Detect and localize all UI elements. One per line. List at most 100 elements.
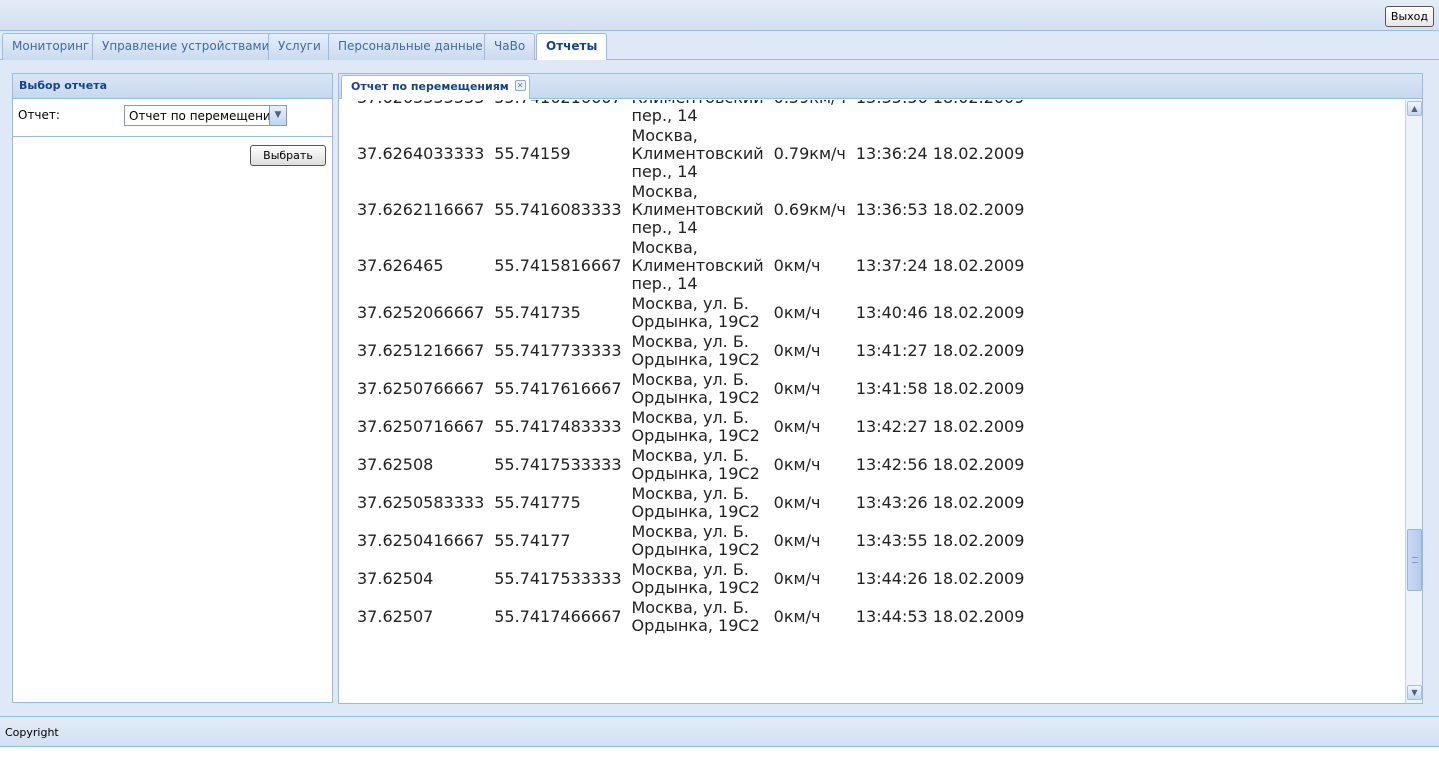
tab-monitoring[interactable]: Мониторинг: [2, 33, 100, 60]
latitude-cell: 55.7416216667: [490, 100, 627, 126]
latitude-cell: 55.7417533333: [494, 569, 622, 588]
latitude-cell: 55.7417616667: [494, 379, 622, 398]
vertical-scrollbar[interactable]: ▲ ▼: [1405, 100, 1422, 703]
address-cell: Москва, ул. Б. Ордынка, 19С2: [631, 294, 760, 331]
tab-movement-report[interactable]: Отчет по перемещениям ✕: [341, 75, 530, 99]
top-bar: Выход: [0, 0, 1439, 31]
time-cell: 13:42:27 18.02.2009: [855, 417, 1025, 436]
address-cell: Москва, ул. Б. Ордынка, 19С2: [631, 408, 760, 445]
time-cell: 13:43:55 18.02.2009: [855, 531, 1025, 550]
longitude-cell: 37.6250716667: [357, 417, 485, 436]
latitude-cell: 55.741775: [494, 493, 581, 512]
address-cell: Москва, ул. Б. Ордынка, 19С2: [631, 560, 760, 597]
speed-cell: 0км/ч: [773, 531, 821, 550]
report-select[interactable]: Отчет по перемещениям ▼: [124, 105, 287, 126]
scroll-up-icon[interactable]: ▲: [1407, 101, 1422, 116]
scroll-down-icon[interactable]: ▼: [1407, 685, 1422, 700]
latitude-cell: 55.7417483333: [494, 417, 622, 436]
tab-movement-report-label: Отчет по перемещениям: [351, 80, 509, 93]
grip-icon: [1412, 557, 1418, 563]
report-field-label: Отчет:: [18, 108, 60, 122]
address-cell: Москва, Климентовский пер., 14: [631, 182, 764, 237]
latitude-cell: 55.7415816667: [494, 256, 622, 275]
table-row: 37.62508 55.7417533333 Москва, ул. Б. Орды…: [353, 446, 1030, 484]
report-selection-panel: Выбор отчета Отчет: Отчет по перемещения…: [12, 73, 333, 703]
address-cell: Москва, Климентовский пер., 14: [631, 238, 764, 293]
tab-reports[interactable]: Отчеты: [536, 33, 608, 61]
time-cell: 13:35:56 18.02.2009: [852, 100, 1031, 126]
time-cell: 13:43:26 18.02.2009: [855, 493, 1025, 512]
address-cell: Москва, ул. Б. Ордынка, 19С2: [631, 484, 760, 521]
latitude-cell: 55.7417533333: [494, 455, 622, 474]
tab-services[interactable]: Услуги: [268, 33, 331, 60]
speed-cell: 0км/ч: [773, 256, 821, 275]
copyright-text: Copyright: [5, 726, 59, 739]
speed-cell: 0км/ч: [773, 455, 821, 474]
chevron-down-icon[interactable]: ▼: [269, 106, 286, 125]
time-cell: 13:37:24 18.02.2009: [855, 256, 1025, 275]
latitude-cell: 55.74159: [494, 144, 571, 163]
table-row: 37.6262116667 55.7416083333 Москва, Климен…: [353, 182, 1030, 238]
latitude-cell: 55.74177: [494, 531, 571, 550]
choose-button[interactable]: Выбрать: [250, 145, 326, 166]
table-row: 37.6264033333 55.74159 Москва, Климентовск…: [353, 126, 1030, 182]
longitude-cell: 37.6252066667: [357, 303, 485, 322]
table-row: 37.6250416667 55.74177 Москва, ул. Б. Орды…: [353, 522, 1030, 560]
longitude-cell: 37.6250583333: [357, 493, 485, 512]
time-cell: 13:41:27 18.02.2009: [855, 341, 1025, 360]
report-form-row: Отчет: Отчет по перемещениям ▼: [13, 99, 332, 137]
report-select-value: Отчет по перемещениям: [129, 109, 287, 123]
speed-cell: 0км/ч: [773, 493, 821, 512]
speed-cell: 0км/ч: [773, 607, 821, 626]
speed-cell: 0.59км/ч: [770, 100, 852, 126]
speed-cell: 0.69км/ч: [773, 200, 846, 219]
longitude-cell: 37.6250416667: [357, 531, 485, 550]
longitude-cell: 37.626465: [357, 256, 444, 275]
table-row: 37.6250583333 55.741775 Москва, ул. Б. Орд…: [353, 484, 1030, 522]
table-row: 37.6250766667 55.7417616667 Москва, ул. Б.…: [353, 370, 1030, 408]
longitude-cell: 37.62508: [357, 455, 434, 474]
time-cell: 13:44:26 18.02.2009: [855, 569, 1025, 588]
table-row: 37.626333333355.7416216667Москва, Климен…: [353, 100, 1030, 126]
report-panel: Отчет по перемещениям ✕ 37.626333333355.…: [338, 73, 1423, 704]
speed-cell: 0км/ч: [773, 569, 821, 588]
table-row: 37.62504 55.7417533333 Москва, ул. Б. Орды…: [353, 560, 1030, 598]
longitude-cell: 37.6264033333: [357, 144, 485, 163]
longitude-cell: 37.6263333333: [353, 100, 490, 126]
address-cell: Москва, ул. Б. Ордынка, 19С2: [631, 522, 760, 559]
latitude-cell: 55.7417733333: [494, 341, 622, 360]
tab-device-management[interactable]: Управление устройствами: [92, 33, 280, 60]
address-cell: Москва, ул. Б. Ордынка, 19С2: [631, 332, 760, 369]
time-cell: 13:36:53 18.02.2009: [855, 200, 1025, 219]
speed-cell: 0км/ч: [773, 303, 821, 322]
time-cell: 13:44:53 18.02.2009: [855, 607, 1025, 626]
footer: Copyright: [0, 716, 1439, 747]
latitude-cell: 55.7416083333: [494, 200, 622, 219]
close-icon[interactable]: ✕: [514, 80, 526, 91]
time-cell: 13:36:24 18.02.2009: [855, 144, 1025, 163]
table-row: 37.626465 55.7415816667 Москва, Климентовс…: [353, 238, 1030, 294]
latitude-cell: 55.7417466667: [494, 607, 622, 626]
tab-faq[interactable]: ЧаВо: [484, 33, 536, 60]
logout-button[interactable]: Выход: [1384, 6, 1434, 27]
address-cell: Москва, ул. Б. Ордынка, 19С2: [631, 598, 760, 635]
address-cell: Москва, Климентовский пер., 14: [631, 100, 764, 125]
table-row: 37.6252066667 55.741735 Москва, ул. Б. Орд…: [353, 294, 1030, 332]
speed-cell: 0км/ч: [773, 341, 821, 360]
longitude-cell: 37.6250766667: [357, 379, 485, 398]
report-table: 37.626333333355.7416216667Москва, Климен…: [353, 100, 1030, 636]
scrollbar-thumb[interactable]: [1407, 529, 1422, 591]
table-row: 37.6251216667 55.7417733333 Москва, ул. Б.…: [353, 332, 1030, 370]
address-cell: Москва, ул. Б. Ордынка, 19С2: [631, 446, 760, 483]
main-area: Выбор отчета Отчет: Отчет по перемещения…: [0, 60, 1439, 716]
main-tab-strip: Мониторинг Управление устройствами Услуг…: [0, 31, 1439, 61]
time-cell: 13:40:46 18.02.2009: [855, 303, 1025, 322]
longitude-cell: 37.62507: [357, 607, 434, 626]
speed-cell: 0км/ч: [773, 379, 821, 398]
longitude-cell: 37.6262116667: [357, 200, 485, 219]
table-row: 37.6250716667 55.7417483333 Москва, ул. Б.…: [353, 408, 1030, 446]
address-cell: Москва, Климентовский пер., 14: [631, 126, 764, 181]
tab-personal-data[interactable]: Персональные данные: [328, 33, 493, 60]
latitude-cell: 55.741735: [494, 303, 581, 322]
time-cell: 13:41:58 18.02.2009: [855, 379, 1025, 398]
